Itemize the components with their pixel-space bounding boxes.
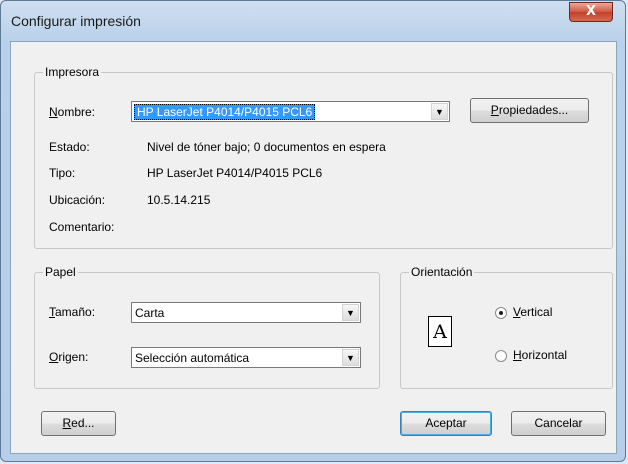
comment-label: Comentario: <box>49 220 115 234</box>
close-icon: X <box>585 4 597 19</box>
cancel-button[interactable]: Cancelar <box>511 411 606 436</box>
paper-size-value: Carta <box>135 306 165 320</box>
paper-group: Papel Tamaño: Carta ▼ Origen: Selección … <box>34 265 380 389</box>
type-value: HP LaserJet P4014/P4015 PCL6 <box>147 166 323 180</box>
status-value: Nivel de tóner bajo; 0 documentos en esp… <box>147 140 386 154</box>
printer-group: Impresora Nombre: HP LaserJet P4014/P401… <box>34 65 613 249</box>
paper-source-value: Selección automática <box>135 351 250 365</box>
chevron-down-icon[interactable]: ▼ <box>431 103 448 120</box>
close-button[interactable]: X <box>569 2 613 22</box>
printer-name-value: HP LaserJet P4014/P4015 PCL6 <box>134 104 316 120</box>
orientation-group-label: Orientación <box>409 265 475 280</box>
location-label: Ubicación: <box>49 193 106 207</box>
paper-source-select[interactable]: Selección automática ▼ <box>131 347 361 368</box>
status-label: Estado: <box>49 140 90 154</box>
chevron-down-icon[interactable]: ▼ <box>342 304 359 321</box>
print-setup-window: Configurar impresión X Impresora Nombre:… <box>0 0 626 462</box>
chevron-down-icon[interactable]: ▼ <box>342 349 359 366</box>
properties-button[interactable]: Propiedades... <box>470 98 589 123</box>
paper-size-select[interactable]: Carta ▼ <box>131 302 361 323</box>
network-button[interactable]: Red... <box>41 411 116 436</box>
printer-name-select[interactable]: HP LaserJet P4014/P4015 PCL6 ▼ <box>131 101 450 122</box>
paper-size-label: Tamaño: <box>49 305 96 319</box>
paper-source-label: Origen: <box>49 350 89 364</box>
title-bar[interactable]: Configurar impresión X <box>1 1 625 41</box>
location-value: 10.5.14.215 <box>147 193 211 207</box>
printer-name-label: Nombre: <box>49 105 96 119</box>
vertical-radio[interactable] <box>495 307 507 319</box>
window-title: Configurar impresión <box>11 13 141 29</box>
horizontal-radio[interactable] <box>495 350 507 362</box>
horizontal-label[interactable]: Horizontal <box>513 348 567 362</box>
dialog-body: Impresora Nombre: HP LaserJet P4014/P401… <box>10 41 617 454</box>
orientation-group: Orientación A Vertical Horizontal <box>400 265 613 389</box>
portrait-page-icon: A <box>428 316 452 347</box>
type-label: Tipo: <box>49 166 76 180</box>
ok-button[interactable]: Aceptar <box>400 411 492 436</box>
vertical-label[interactable]: Vertical <box>513 305 552 319</box>
printer-group-label: Impresora <box>43 65 102 80</box>
radio-selected-dot <box>499 311 503 315</box>
paper-group-label: Papel <box>43 265 78 280</box>
